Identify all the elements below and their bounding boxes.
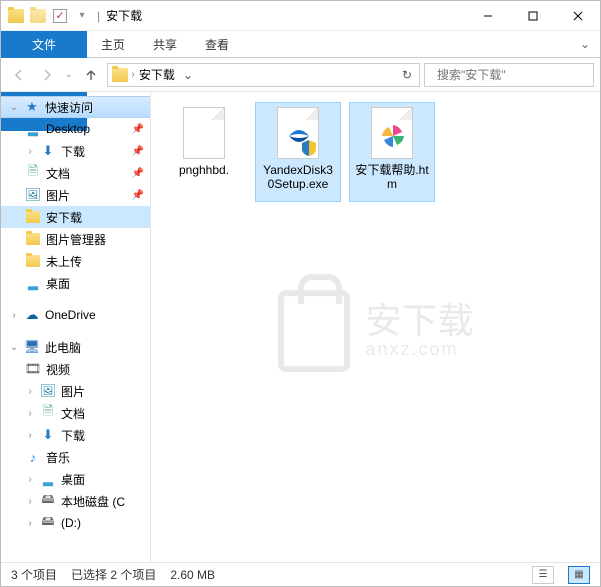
nav-desktop[interactable]: ▂Desktop📌 — [1, 118, 150, 140]
watermark: 安下载anxz.com — [277, 290, 473, 372]
nav-desktop3[interactable]: ›▂桌面 — [1, 468, 150, 490]
pinwheel-icon — [380, 123, 406, 149]
uac-shield-icon — [302, 140, 316, 156]
search-input[interactable] — [437, 68, 592, 82]
expand-ribbon-button[interactable]: ⌄ — [570, 31, 600, 57]
file-label: 安下载帮助.htm — [354, 163, 430, 191]
qat-properties[interactable] — [29, 7, 47, 25]
nav-quick-access[interactable]: ⌄★快速访问 — [1, 96, 150, 118]
title-separator: | — [97, 9, 100, 23]
view-icons-button[interactable]: ▦ — [568, 566, 590, 584]
nav-pictures2[interactable]: ›🖼图片 — [1, 380, 150, 402]
nav-downloads2[interactable]: ›⬇下载 — [1, 424, 150, 446]
minimize-button[interactable] — [465, 1, 510, 31]
pin-icon: 📌 — [132, 146, 144, 157]
nav-picmanager[interactable]: 图片管理器 — [1, 228, 150, 250]
status-bar: 3 个项目 已选择 2 个项目 2.60 MB ☰ ▦ — [1, 562, 600, 586]
tab-share[interactable]: 共享 — [139, 31, 191, 57]
folder-icon — [112, 67, 128, 83]
nav-music[interactable]: ♪音乐 — [1, 446, 150, 468]
file-item[interactable]: 安下载帮助.htm — [349, 102, 435, 202]
nav-onedrive[interactable]: ›☁OneDrive — [1, 304, 150, 326]
history-dropdown[interactable]: ⌄ — [63, 69, 75, 80]
close-button[interactable] — [555, 1, 600, 31]
address-bar: ⌄ › 安下载 ⌄ ↻ — [1, 58, 600, 92]
pin-icon: 📌 — [132, 190, 144, 201]
pin-icon: 📌 — [132, 124, 144, 135]
file-label: pnghhbd. — [179, 163, 229, 177]
breadcrumb-segment[interactable]: 安下载 — [139, 66, 175, 83]
file-list[interactable]: pnghhbd. YandexDisk30Setup.exe — [151, 92, 600, 562]
nav-notuploaded[interactable]: 未上传 — [1, 250, 150, 272]
file-item[interactable]: YandexDisk30Setup.exe — [255, 102, 341, 202]
forward-button[interactable] — [35, 63, 59, 87]
back-button[interactable] — [7, 63, 31, 87]
nav-documents[interactable]: 🗎文档📌 — [1, 162, 150, 184]
up-button[interactable] — [79, 63, 103, 87]
status-count: 3 个项目 — [11, 566, 57, 583]
nav-thispc[interactable]: ⌄🖥此电脑 — [1, 336, 150, 358]
nav-videos[interactable]: 🎞视频 — [1, 358, 150, 380]
nav-localdisk[interactable]: ›🖴本地磁盘 (C — [1, 490, 150, 512]
refresh-button[interactable]: ↻ — [399, 68, 415, 82]
window-title: 安下载 — [106, 7, 142, 24]
title-bar: ✓ ▾ | 安下载 — [1, 1, 600, 31]
nav-documents2[interactable]: ›🗎文档 — [1, 402, 150, 424]
ribbon-tabs: 文件 主页 共享 查看 ⌄ — [1, 31, 600, 58]
qat-overflow[interactable]: ▾ — [73, 7, 91, 25]
nav-pictures[interactable]: 🖼图片📌 — [1, 184, 150, 206]
status-selected: 已选择 2 个项目 — [71, 566, 156, 583]
qat-check[interactable]: ✓ — [51, 7, 69, 25]
tab-view[interactable]: 查看 — [191, 31, 243, 57]
pin-icon: 📌 — [132, 168, 144, 179]
search-box[interactable] — [424, 63, 594, 87]
status-size: 2.60 MB — [170, 568, 215, 582]
nav-downloads[interactable]: ›⬇下载📌 — [1, 140, 150, 162]
tab-home[interactable]: 主页 — [87, 31, 139, 57]
nav-anxiazai[interactable]: 安下载 — [1, 206, 150, 228]
nav-desktop2[interactable]: ▂桌面 — [1, 272, 150, 294]
chevron-right-icon: › — [132, 69, 135, 80]
file-label: YandexDisk30Setup.exe — [260, 163, 336, 191]
nav-drive-d[interactable]: ›🖴(D:) — [1, 512, 150, 534]
view-details-button[interactable]: ☰ — [532, 566, 554, 584]
app-icon — [7, 7, 25, 25]
maximize-button[interactable] — [510, 1, 555, 31]
navigation-pane: ⌄★快速访问 ▂Desktop📌 ›⬇下载📌 🗎文档📌 🖼图片📌 安下载 图片管… — [1, 92, 151, 562]
file-item[interactable]: pnghhbd. — [161, 102, 247, 202]
address-dropdown[interactable]: ⌄ — [179, 68, 197, 82]
breadcrumb[interactable]: › 安下载 ⌄ ↻ — [107, 63, 420, 87]
